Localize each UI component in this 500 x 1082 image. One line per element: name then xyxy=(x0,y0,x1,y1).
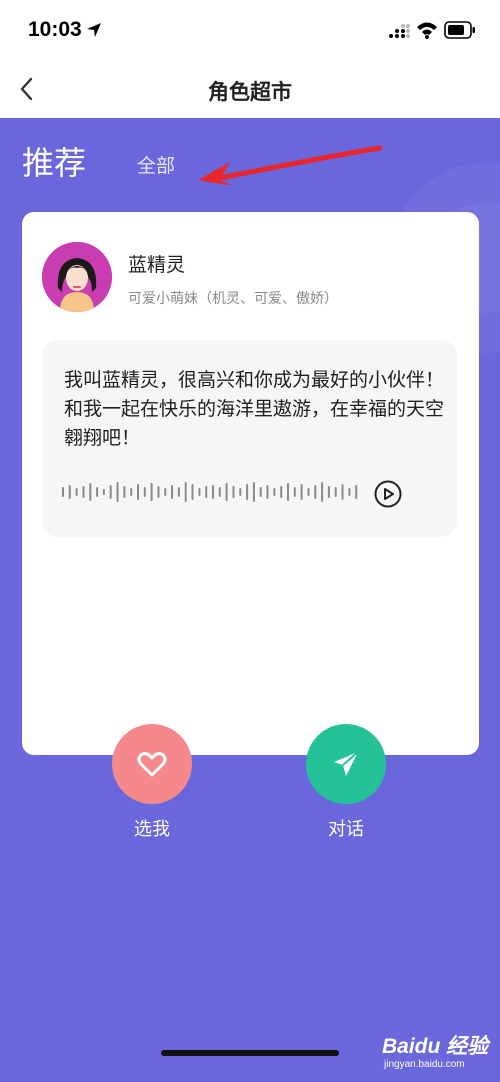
chat-button-label: 对话 xyxy=(328,819,364,840)
waveform-bar xyxy=(137,484,139,500)
waveform-bar xyxy=(225,483,228,501)
heart-icon xyxy=(137,752,167,777)
waveform-bar xyxy=(116,482,119,502)
nav-bar: 角色超市 xyxy=(0,62,500,118)
voice-waveform[interactable] xyxy=(62,480,362,504)
home-indicator xyxy=(161,1050,339,1056)
waveform-bar xyxy=(89,483,92,501)
intro-bubble: 我叫蓝精灵，很高兴和你成为最好的小伙伴！和我一起在快乐的海洋里遨游，在幸福的天空… xyxy=(42,340,457,537)
tab-all[interactable]: 全部 xyxy=(137,151,175,178)
character-card: 蓝精灵 可爱小萌妹（机灵、可爱、傲娇） 我叫蓝精灵，很高兴和你成为最好的小伙伴！… xyxy=(22,212,479,755)
waveform-bar xyxy=(164,488,167,496)
waveform-bar xyxy=(96,487,99,497)
waveform-bar xyxy=(307,488,310,496)
waveform-bar xyxy=(218,487,221,497)
watermark-site: jingyan.baidu.com xyxy=(384,1059,465,1070)
waveform-bar xyxy=(198,488,201,496)
waveform-bar xyxy=(355,485,358,499)
location-arrow-icon xyxy=(87,23,101,37)
character-name: 蓝精灵 xyxy=(128,254,186,276)
waveform-bar xyxy=(177,487,180,497)
waveform-bar xyxy=(75,488,78,496)
waveform-bar xyxy=(130,488,133,496)
waveform-bar xyxy=(239,488,242,496)
waveform-bar xyxy=(102,489,105,495)
waveform-bar xyxy=(334,487,337,497)
chat-button[interactable] xyxy=(306,724,386,804)
annotation-arrow xyxy=(198,145,383,185)
watermark-brand: Baidu 经验 xyxy=(382,1035,489,1058)
avatar-girl-icon xyxy=(42,242,112,312)
play-icon[interactable] xyxy=(373,479,403,509)
watermark: Baidu 经验 jingyan.baidu.com xyxy=(382,1026,494,1076)
waveform-bar xyxy=(184,482,187,502)
waveform-bar xyxy=(341,484,344,500)
waveform-bar xyxy=(205,486,208,498)
waveform-bar xyxy=(143,487,146,497)
waveform-bar xyxy=(171,485,174,499)
waveform-bar xyxy=(348,488,351,496)
wifi-icon xyxy=(417,22,437,39)
character-description: 可爱小萌妹（机灵、可爱、傲娇） xyxy=(128,291,338,307)
like-button-label: 选我 xyxy=(134,819,170,840)
waveform-bar xyxy=(68,485,71,499)
waveform-bar xyxy=(212,485,214,499)
battery-icon xyxy=(444,21,475,39)
waveform-bar xyxy=(191,484,194,500)
like-button[interactable] xyxy=(112,724,192,804)
waveform-bar xyxy=(246,484,249,500)
page-title: 角色超市 xyxy=(208,80,292,104)
waveform-bar xyxy=(266,485,269,499)
waveform-bar xyxy=(314,485,317,499)
waveform-bar xyxy=(327,486,330,498)
waveform-bar xyxy=(109,485,112,499)
waveform-bar xyxy=(280,486,283,498)
tab-recommend[interactable]: 推荐 xyxy=(22,138,86,184)
waveform-bar xyxy=(150,483,153,501)
avatar xyxy=(42,242,112,312)
waveform-bar xyxy=(321,482,324,502)
waveform-bar xyxy=(157,486,160,498)
paper-plane-icon xyxy=(334,751,359,776)
waveform-bar xyxy=(252,482,255,502)
intro-text: 我叫蓝精灵，很高兴和你成为最好的小伙伴！和我一起在快乐的海洋里遨游，在幸福的天空… xyxy=(64,369,445,449)
status-bar: 10:03 xyxy=(0,0,500,62)
main-content: 推荐 全部 蓝精灵 可爱小萌妹（机灵、可爱、傲娇） 我叫蓝精灵，很高兴和你成为最… xyxy=(0,118,500,1082)
waveform-bar xyxy=(273,488,276,496)
waveform-bar xyxy=(232,486,235,498)
waveform-bar xyxy=(300,484,303,500)
waveform-bar xyxy=(82,486,85,498)
waveform-bar xyxy=(293,487,296,497)
waveform-bar xyxy=(123,486,126,498)
waveform-bar xyxy=(62,487,64,497)
waveform-bar xyxy=(287,483,289,501)
signal-icon xyxy=(389,24,410,38)
waveform-bar xyxy=(259,487,262,497)
status-time: 10:03 xyxy=(28,18,82,41)
